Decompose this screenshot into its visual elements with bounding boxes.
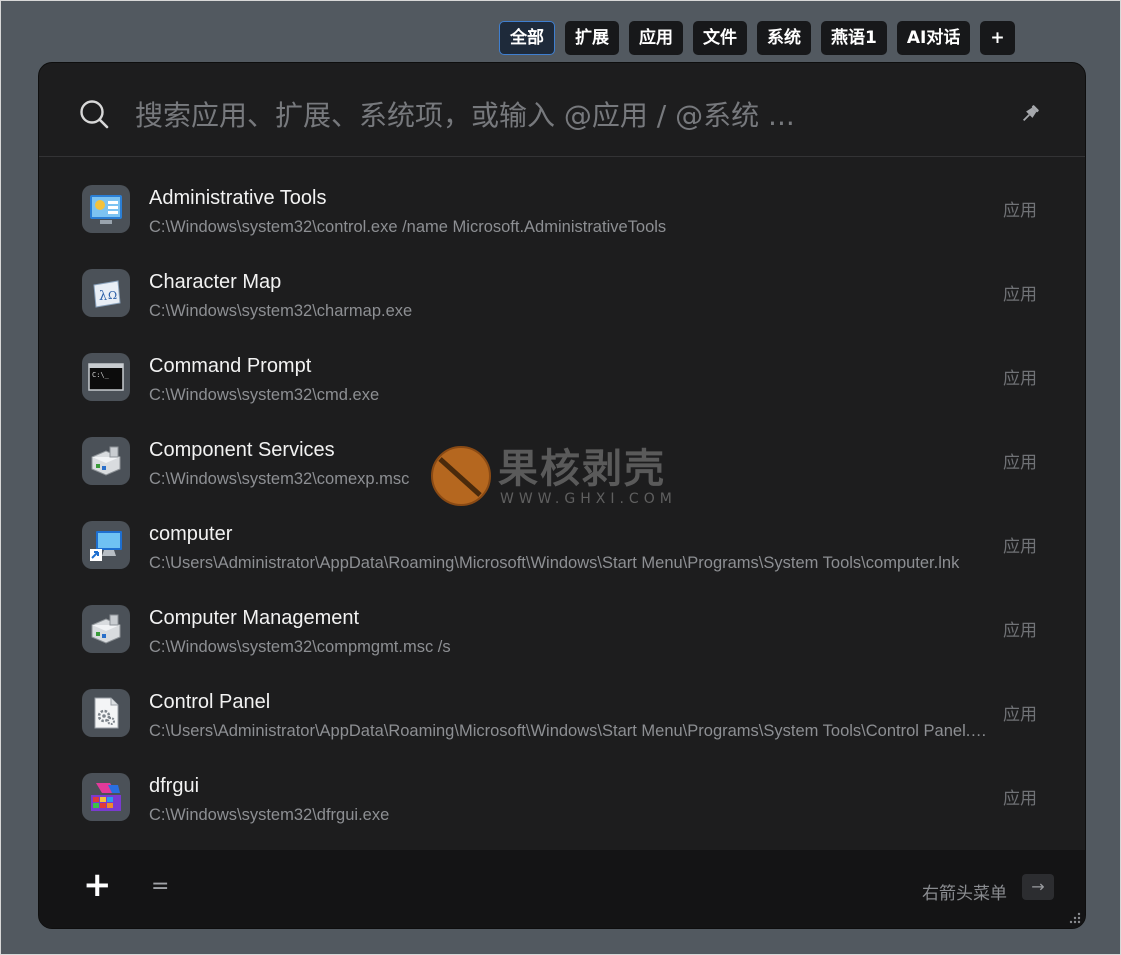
result-path: C:\Users\Administrator\AppData\Roaming\M… [149, 722, 989, 740]
search-icon [80, 100, 109, 129]
result-title: Command Prompt [149, 355, 312, 377]
result-path: C:\Windows\system32\comexp.msc [149, 470, 410, 488]
right-arrow-menu-hint: 右箭头菜单 [922, 884, 1007, 904]
result-item-administrative-tools[interactable]: Administrative Tools C:\Windows\system32… [39, 157, 1085, 241]
result-title: Control Panel [149, 691, 271, 713]
tab-files[interactable]: 文件 [693, 21, 747, 55]
result-path: C:\Windows\system32\control.exe /name Mi… [149, 218, 667, 236]
svg-text:λ: λ [99, 289, 107, 304]
result-path: C:\Windows\system32\charmap.exe [149, 302, 413, 320]
defrag-icon [82, 773, 130, 821]
tab-add-button[interactable]: + [980, 21, 1015, 55]
component-services-icon [82, 437, 130, 485]
tab-all[interactable]: 全部 [499, 21, 555, 55]
result-item-computer[interactable]: computer C:\Users\Administrator\AppData\… [39, 493, 1085, 577]
results-list: Administrative Tools C:\Windows\system32… [39, 157, 1085, 829]
computer-management-icon [82, 605, 130, 653]
svg-text:Ω: Ω [108, 289, 117, 302]
menu-button[interactable]: = [151, 876, 169, 898]
result-item-character-map[interactable]: λ Ω Character Map C:\Windows\system32\ch… [39, 241, 1085, 325]
result-type-badge: 应用 [1003, 705, 1037, 725]
cmd-icon: C:\_ [82, 353, 130, 401]
result-type-badge: 应用 [1003, 369, 1037, 389]
result-type-badge: 应用 [1003, 201, 1037, 221]
tab-yanyu1[interactable]: 燕语1 [821, 21, 887, 55]
result-path: C:\Windows\system32\cmd.exe [149, 386, 380, 404]
result-path: C:\Users\Administrator\AppData\Roaming\M… [149, 554, 960, 572]
right-arrow-key[interactable]: → [1022, 874, 1054, 900]
result-type-badge: 应用 [1003, 453, 1037, 473]
tab-ai-chat[interactable]: AI对话 [896, 21, 971, 55]
search-bar [39, 63, 1085, 157]
result-item-component-services[interactable]: Component Services C:\Windows\system32\c… [39, 409, 1085, 493]
result-item-control-panel[interactable]: Control Panel C:\Users\Administrator\App… [39, 661, 1085, 745]
result-type-badge: 应用 [1003, 537, 1037, 557]
tab-apps[interactable]: 应用 [629, 21, 683, 55]
result-item-command-prompt[interactable]: C:\_ Command Prompt C:\Windows\system32\… [39, 325, 1085, 409]
svg-text:C:\_: C:\_ [92, 371, 110, 379]
resize-grip-icon[interactable] [1067, 910, 1081, 924]
footer-bar: + = 右箭头菜单 → [39, 850, 1085, 928]
computer-icon [82, 521, 130, 569]
search-input[interactable] [135, 93, 895, 137]
control-panel-icon [82, 689, 130, 737]
charmap-icon: λ Ω [82, 269, 130, 317]
result-item-computer-management[interactable]: Computer Management C:\Windows\system32\… [39, 577, 1085, 661]
result-title: dfrgui [149, 775, 200, 797]
result-path: C:\Windows\system32\dfrgui.exe [149, 806, 390, 824]
result-title: Administrative Tools [149, 187, 327, 209]
result-title: Component Services [149, 439, 335, 461]
tab-system[interactable]: 系统 [757, 21, 811, 55]
result-path: C:\Windows\system32\compmgmt.msc /s [149, 638, 451, 656]
result-type-badge: 应用 [1003, 621, 1037, 641]
add-button[interactable]: + [83, 868, 112, 902]
result-title: computer [149, 523, 233, 545]
admin-tools-icon [82, 185, 130, 233]
pin-icon[interactable] [1019, 103, 1041, 125]
result-type-badge: 应用 [1003, 789, 1037, 809]
result-title: Computer Management [149, 607, 360, 629]
result-item-dfrgui[interactable]: dfrgui C:\Windows\system32\dfrgui.exe 应用 [39, 745, 1085, 829]
launcher-panel: Administrative Tools C:\Windows\system32… [38, 62, 1086, 929]
category-tab-bar: 全部 扩展 应用 文件 系统 燕语1 AI对话 + [499, 21, 1015, 55]
tab-extensions[interactable]: 扩展 [565, 21, 619, 55]
result-type-badge: 应用 [1003, 285, 1037, 305]
result-title: Character Map [149, 271, 282, 293]
